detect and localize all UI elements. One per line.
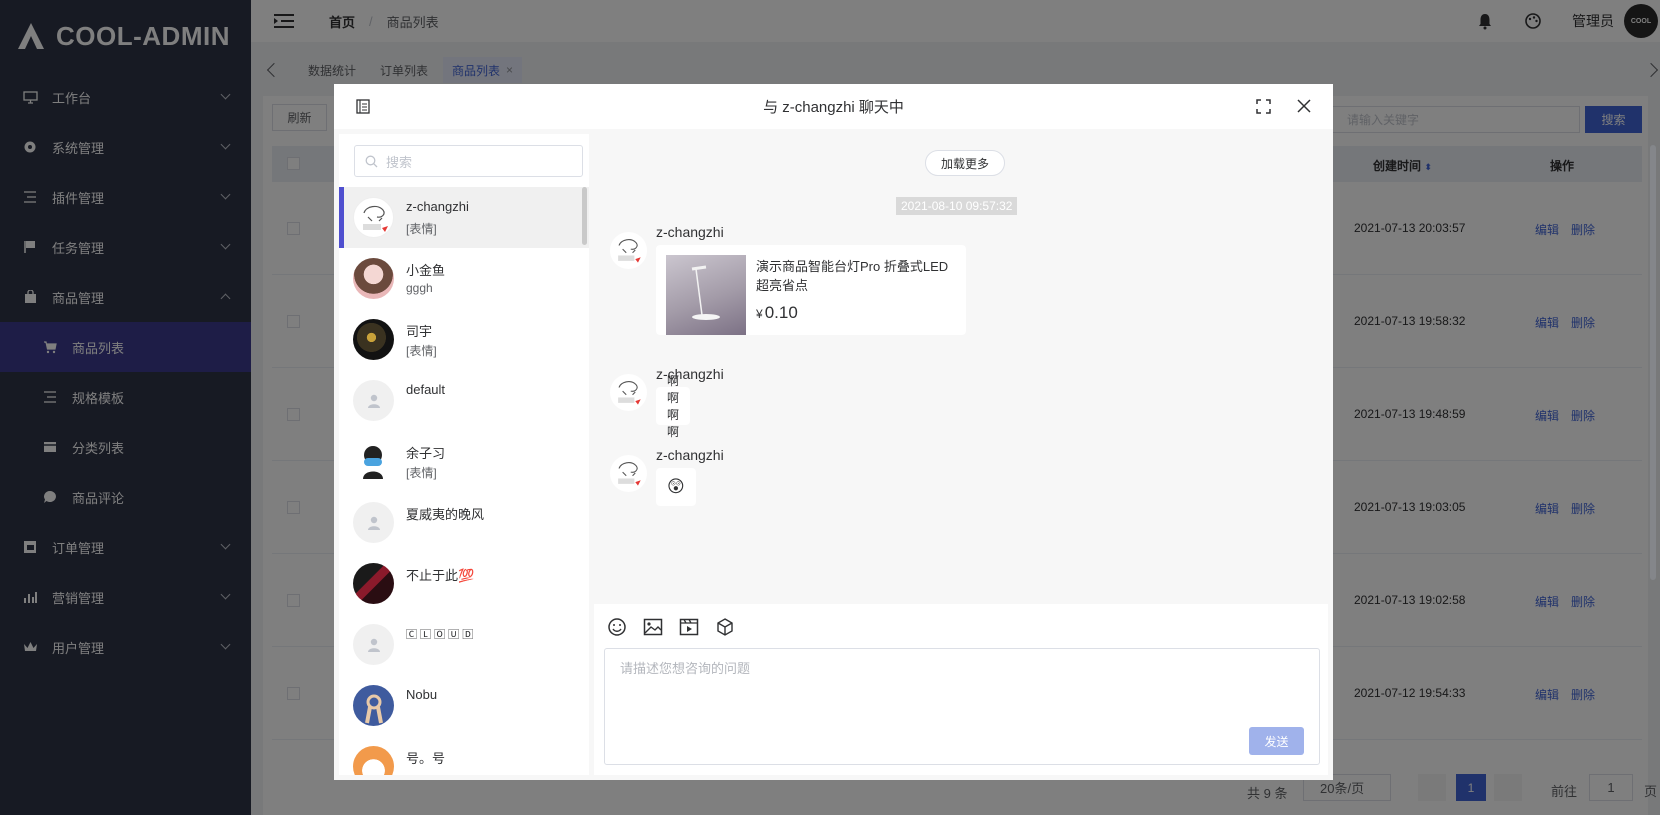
chat-dialog-title: 与 z-changzhi 聊天中 bbox=[763, 99, 904, 116]
session-item[interactable]: Nobu bbox=[339, 675, 589, 736]
avatar bbox=[353, 380, 394, 421]
avatar bbox=[353, 563, 394, 604]
session-item[interactable]: 🄲 🄻 🄾 🅄 🄳 bbox=[339, 614, 589, 675]
session-item[interactable]: default bbox=[339, 370, 589, 431]
search-icon bbox=[365, 155, 378, 167]
session-name: 司宇 bbox=[406, 324, 433, 339]
session-item[interactable]: 小金鱼 gggh bbox=[339, 248, 589, 309]
session-list: 搜索 z-changzhi [表情] 小金鱼 gggh 司宇 [表情] defa… bbox=[339, 134, 589, 775]
send-button[interactable]: 发送 bbox=[1249, 727, 1304, 755]
session-list-toggle-icon[interactable] bbox=[356, 99, 370, 114]
message-editor: 请描述您想咨询的问题 发送 bbox=[594, 604, 1328, 775]
avatar bbox=[353, 685, 394, 726]
sender-name: z-changzhi bbox=[656, 447, 724, 463]
page-scrollbar[interactable] bbox=[1650, 145, 1656, 580]
session-list-scrollbar[interactable] bbox=[582, 187, 587, 245]
avatar bbox=[353, 502, 394, 543]
session-last-message: [表情] bbox=[406, 222, 437, 236]
session-item[interactable]: 司宇 [表情] bbox=[339, 309, 589, 370]
session-name: default bbox=[406, 382, 446, 397]
avatar bbox=[610, 374, 647, 411]
avatar bbox=[610, 232, 647, 269]
session-name: 不止于此💯 bbox=[406, 568, 475, 583]
image-icon[interactable] bbox=[642, 616, 664, 638]
session-item[interactable]: 夏威夷的晚风 bbox=[339, 492, 589, 553]
load-more-button[interactable]: 加载更多 bbox=[925, 150, 1005, 176]
session-item[interactable]: 号。号 bbox=[339, 736, 589, 775]
session-name: z-changzhi bbox=[406, 199, 469, 214]
session-item[interactable]: 余子习 [表情] bbox=[339, 431, 589, 492]
avatar bbox=[353, 319, 394, 360]
session-name: 余子习 bbox=[406, 446, 446, 461]
close-icon[interactable] bbox=[1297, 99, 1311, 113]
fullscreen-icon[interactable] bbox=[1256, 99, 1271, 114]
session-search-input[interactable]: 搜索 bbox=[354, 145, 583, 177]
avatar bbox=[353, 197, 394, 238]
message-timestamp: 2021-08-10 09:57:32 bbox=[896, 197, 1018, 215]
session-item[interactable]: 不止于此💯 bbox=[339, 553, 589, 614]
session-item[interactable]: z-changzhi [表情] bbox=[339, 187, 589, 248]
video-icon[interactable] bbox=[678, 616, 700, 638]
session-name: 🄲 🄻 🄾 🅄 🄳 bbox=[406, 629, 474, 641]
session-name: Nobu bbox=[406, 687, 438, 702]
avatar bbox=[610, 455, 647, 492]
chat-dialog: 与 z-changzhi 聊天中 搜索 z-changzhi [表情] 小金鱼 bbox=[334, 84, 1333, 780]
message-panel: 加载更多 2021-08-10 09:57:32 z-changzhi 演示商品… bbox=[594, 134, 1328, 609]
session-last-message: gggh bbox=[406, 281, 433, 295]
goods-image bbox=[666, 255, 746, 335]
session-name: 小金鱼 bbox=[406, 263, 446, 278]
emoji-message: 😲 bbox=[656, 468, 696, 506]
goods-price: ¥0.10 bbox=[756, 303, 798, 323]
session-items: z-changzhi [表情] 小金鱼 gggh 司宇 [表情] default bbox=[339, 187, 589, 775]
goods-cube-icon[interactable] bbox=[714, 616, 736, 638]
session-last-message: [表情] bbox=[406, 466, 437, 480]
sender-name: z-changzhi bbox=[656, 224, 724, 240]
avatar bbox=[353, 258, 394, 299]
avatar bbox=[353, 624, 394, 665]
avatar bbox=[353, 746, 394, 775]
search-placeholder: 搜索 bbox=[386, 154, 413, 170]
chat-dialog-header: 与 z-changzhi 聊天中 bbox=[334, 84, 1333, 129]
avatar bbox=[353, 441, 394, 482]
currency-symbol: ¥ bbox=[756, 307, 763, 321]
message-input[interactable]: 请描述您想咨询的问题 bbox=[604, 648, 1320, 765]
emoji-icon[interactable] bbox=[606, 616, 628, 638]
message-input-placeholder: 请描述您想咨询的问题 bbox=[620, 661, 751, 676]
session-last-message: [表情] bbox=[406, 344, 437, 358]
session-name: 夏威夷的晚风 bbox=[406, 507, 485, 522]
text-message: 啊啊啊啊 bbox=[656, 374, 691, 439]
goods-title: 演示商品智能台灯Pro 折叠式LED超亮省点 bbox=[756, 259, 949, 293]
price-value: 0.10 bbox=[764, 303, 798, 322]
editor-toolbar bbox=[606, 616, 750, 638]
goods-card[interactable]: 演示商品智能台灯Pro 折叠式LED超亮省点 ¥0.10 bbox=[656, 245, 966, 335]
session-name: 号。号 bbox=[406, 751, 446, 766]
